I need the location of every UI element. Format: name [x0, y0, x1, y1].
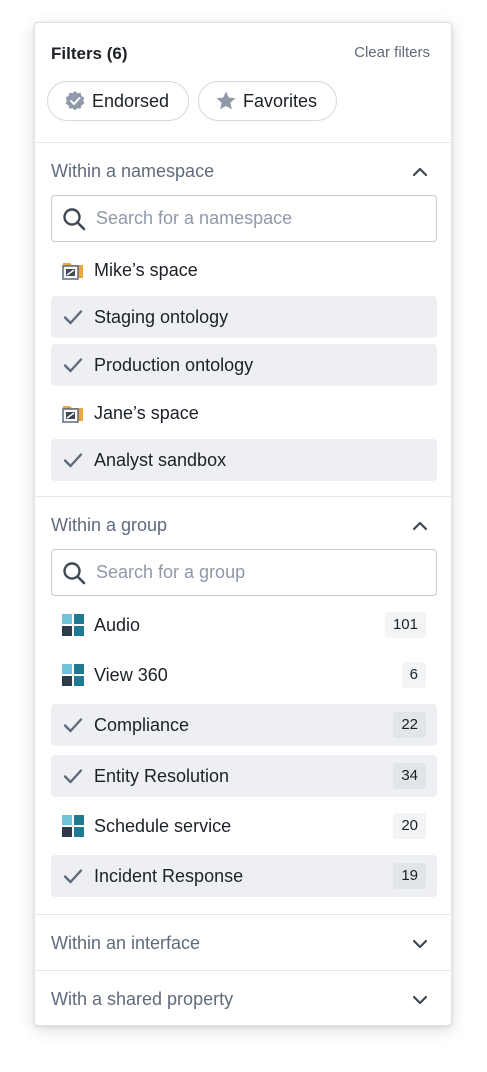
chevron-down-icon[interactable] — [411, 991, 429, 1009]
folder-icon — [62, 259, 84, 281]
group-search[interactable] — [51, 549, 437, 596]
namespace-item-label: Staging ontology — [94, 306, 229, 327]
group-item[interactable]: Audio 101 — [51, 604, 437, 646]
namespace-section-title: Within a namespace — [51, 161, 215, 181]
group-item-count: 19 — [393, 863, 426, 889]
chevron-up-icon[interactable] — [411, 163, 429, 181]
group-item-count: 22 — [393, 712, 426, 738]
search-icon — [63, 207, 86, 230]
group-grid-icon — [62, 815, 84, 837]
namespace-item[interactable]: Production ontology — [51, 344, 437, 386]
group-item-label: Schedule service — [94, 815, 232, 836]
group-item[interactable]: Compliance 22 — [51, 704, 437, 746]
group-item-count: 20 — [393, 813, 426, 839]
check-icon — [62, 714, 84, 736]
group-item-label: Entity Resolution — [94, 765, 230, 786]
filters-title: Filters (6) — [51, 44, 128, 63]
check-icon — [62, 306, 84, 328]
divider — [35, 142, 451, 143]
group-item-count: 6 — [401, 662, 426, 688]
group-section-title: Within a group — [51, 515, 168, 535]
endorsed-badge-icon — [64, 90, 86, 112]
namespace-item[interactable]: Analyst sandbox — [51, 439, 437, 481]
interface-section-title[interactable]: Within an interface — [51, 933, 200, 954]
divider — [35, 970, 451, 971]
group-grid-icon — [62, 614, 84, 636]
group-item-count: 101 — [384, 612, 426, 638]
group-item-label: Audio — [94, 614, 141, 635]
favorites-chip-label: Favorites — [243, 90, 318, 111]
group-item[interactable]: Schedule service 20 — [51, 805, 437, 847]
shared-property-section-title[interactable]: With a shared property — [51, 989, 233, 1010]
filters-panel: Filters (6) Clear filters Endorsed Favor… — [34, 22, 452, 1026]
endorsed-chip[interactable]: Endorsed — [47, 81, 189, 121]
filters-header: Filters (6) Clear filters Endorsed Favor… — [35, 23, 451, 142]
chevron-down-icon[interactable] — [411, 935, 429, 953]
check-icon — [62, 449, 84, 471]
namespace-item-label: Jane’s space — [94, 402, 199, 423]
group-item[interactable]: Incident Response 19 — [51, 855, 437, 897]
divider — [35, 914, 451, 915]
divider — [35, 496, 451, 497]
search-icon — [63, 561, 86, 584]
check-icon — [62, 765, 84, 787]
namespace-item[interactable]: Staging ontology — [51, 296, 437, 338]
favorites-chip[interactable]: Favorites — [198, 81, 337, 121]
chevron-up-icon[interactable] — [411, 517, 429, 535]
group-item[interactable]: View 360 6 — [51, 654, 437, 696]
namespace-item[interactable]: Mike’s space — [51, 249, 437, 291]
group-item-label: Incident Response — [94, 865, 244, 886]
clear-filters-button[interactable]: Clear filters — [354, 44, 430, 61]
namespace-search[interactable] — [51, 195, 437, 242]
group-item-label: View 360 — [94, 664, 168, 685]
namespace-item-label: Production ontology — [94, 354, 254, 375]
group-item-count: 34 — [393, 763, 426, 789]
namespace-item-label: Mike’s space — [94, 259, 198, 280]
folder-icon — [62, 402, 84, 424]
star-icon — [215, 90, 237, 112]
group-item[interactable]: Entity Resolution 34 — [51, 755, 437, 797]
group-grid-icon — [62, 664, 84, 686]
check-icon — [62, 865, 84, 887]
check-icon — [62, 354, 84, 376]
endorsed-chip-label: Endorsed — [92, 90, 170, 111]
namespace-item[interactable]: Jane’s space — [51, 392, 437, 434]
group-search-input[interactable] — [96, 562, 416, 583]
namespace-item-label: Analyst sandbox — [94, 449, 227, 470]
namespace-search-input[interactable] — [96, 208, 416, 229]
group-item-label: Compliance — [94, 714, 190, 735]
